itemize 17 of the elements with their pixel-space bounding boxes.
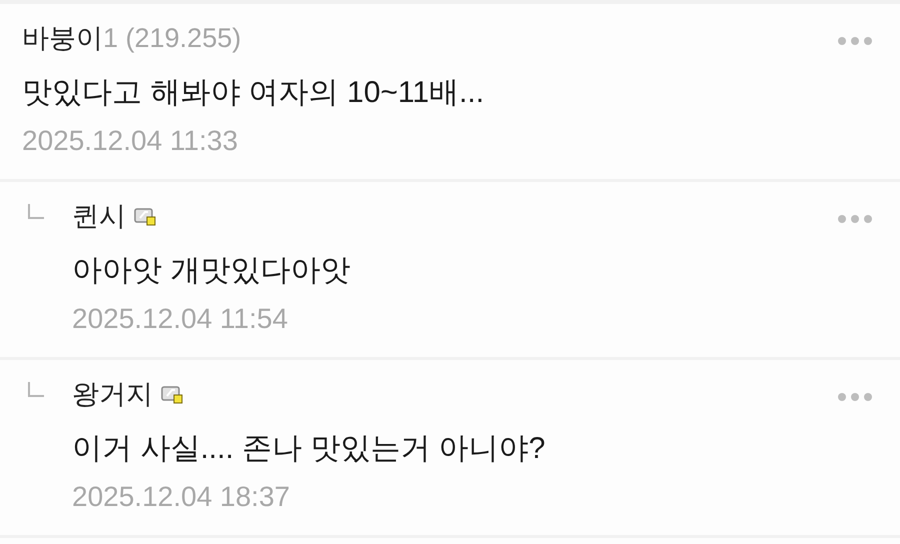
- member-icon: [161, 384, 185, 404]
- comment-text: 맛있다고 해봐야 여자의 10~11배...: [22, 75, 484, 111]
- comment-date: 2025.12.04 11:54: [72, 303, 289, 335]
- more-options-icon[interactable]: [838, 214, 872, 224]
- more-options-icon[interactable]: [838, 392, 872, 402]
- comment-text: 아아앗 개맛있다아앗: [72, 253, 350, 289]
- comment-date: 2025.12.04 11:33: [22, 125, 239, 157]
- author-name[interactable]: 왕거지: [72, 376, 153, 412]
- member-icon: [134, 206, 158, 226]
- reply-indent-icon: [28, 382, 44, 397]
- author-name[interactable]: 바붕이: [22, 20, 103, 56]
- reply-indent-icon: [28, 204, 44, 219]
- more-options-icon[interactable]: [838, 36, 872, 46]
- author-ip: 1 (219.255): [103, 22, 242, 54]
- comment-text: 이거 사실.... 존나 맛있는거 아니야?: [72, 431, 546, 467]
- comment-date: 2025.12.04 18:37: [72, 481, 291, 513]
- author-name[interactable]: 퀸시: [72, 198, 126, 234]
